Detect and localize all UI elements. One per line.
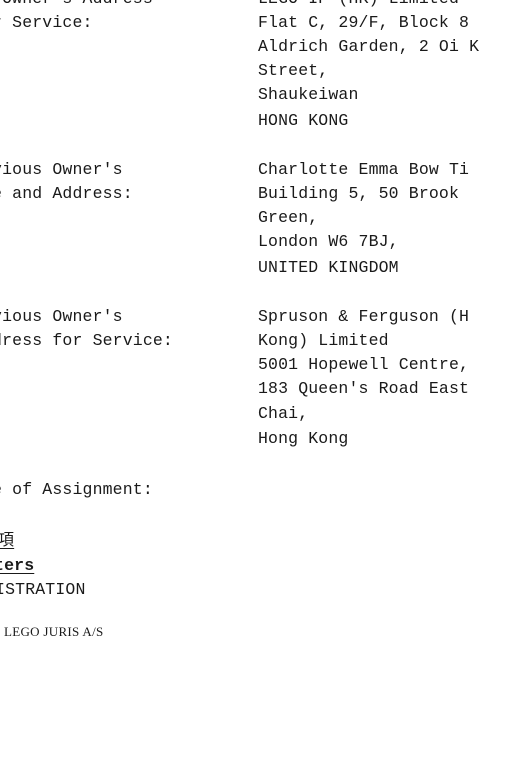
previous-owner-service-address-line5: Chai, xyxy=(258,404,309,423)
previous-owner-service-address-line6: Hong Kong xyxy=(258,429,349,448)
new-owner-name: LEGO IP (HK) Limited xyxy=(258,0,459,11)
previous-owner-service-label-line1: evious Owner's xyxy=(0,307,123,326)
new-owner-address-line4: Shaukeiwan xyxy=(258,85,359,104)
previous-owner-service-address-line3: 5001 Hopewell Centre, xyxy=(258,355,470,374)
new-owner-address-line3: Street, xyxy=(258,61,329,80)
previous-owner-address-line1: Charlotte Emma Bow Ti xyxy=(258,160,470,179)
previous-owner-service-address-line4: 183 Queen's Road East xyxy=(258,379,470,398)
new-owner-label-line2: or Service: xyxy=(0,13,93,32)
section-heading: tters xyxy=(0,556,35,575)
previous-owner-service-address-line1: Spruson & Ferguson (H xyxy=(258,307,470,326)
section-chinese-heading: 項 xyxy=(0,530,15,549)
previous-owner-service-label-line2: ddress for Service: xyxy=(0,331,173,350)
previous-owner-service-address-line2: Kong) Limited xyxy=(258,331,389,350)
assignment-date-label: te of Assignment: xyxy=(0,480,153,499)
previous-owner-label-line2: me and Address: xyxy=(0,184,133,203)
new-owner-label-line1: w Owner's Address xyxy=(0,0,153,11)
document-page: w Owner's Address or Service: LEGO IP (H… xyxy=(0,0,527,762)
footer-company-name: LEGO JURIS A/S xyxy=(4,624,104,639)
new-owner-address-line1: Flat C, 29/F, Block 8 xyxy=(258,13,470,32)
new-owner-address-line5: HONG KONG xyxy=(258,111,349,130)
previous-owner-address-line5: UNITED KINGDOM xyxy=(258,258,399,277)
previous-owner-address-line4: London W6 7BJ, xyxy=(258,232,399,251)
section-subheading: GISTRATION xyxy=(0,580,86,599)
new-owner-address-line2: Aldrich Garden, 2 Oi K xyxy=(258,37,480,56)
previous-owner-address-line2: Building 5, 50 Brook xyxy=(258,184,460,203)
previous-owner-address-line3: Green, xyxy=(258,208,319,227)
previous-owner-label-line1: evious Owner's xyxy=(0,160,123,179)
